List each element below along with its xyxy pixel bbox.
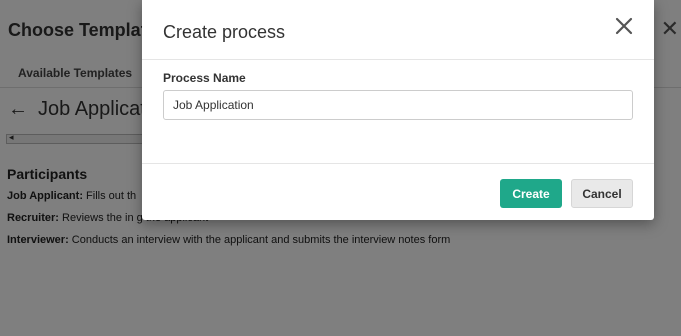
dialog-title: Create process — [163, 22, 286, 42]
dialog-header: Create process — [142, 0, 654, 60]
dialog-body: Process Name — [142, 60, 654, 164]
cancel-button[interactable]: Cancel — [571, 179, 633, 208]
close-icon[interactable] — [612, 14, 636, 38]
create-process-dialog: Create process Process Name Create Cance… — [142, 0, 654, 220]
dialog-footer: Create Cancel — [142, 163, 654, 220]
create-button[interactable]: Create — [500, 179, 562, 208]
process-name-input[interactable] — [163, 90, 633, 120]
process-name-label: Process Name — [163, 71, 246, 85]
